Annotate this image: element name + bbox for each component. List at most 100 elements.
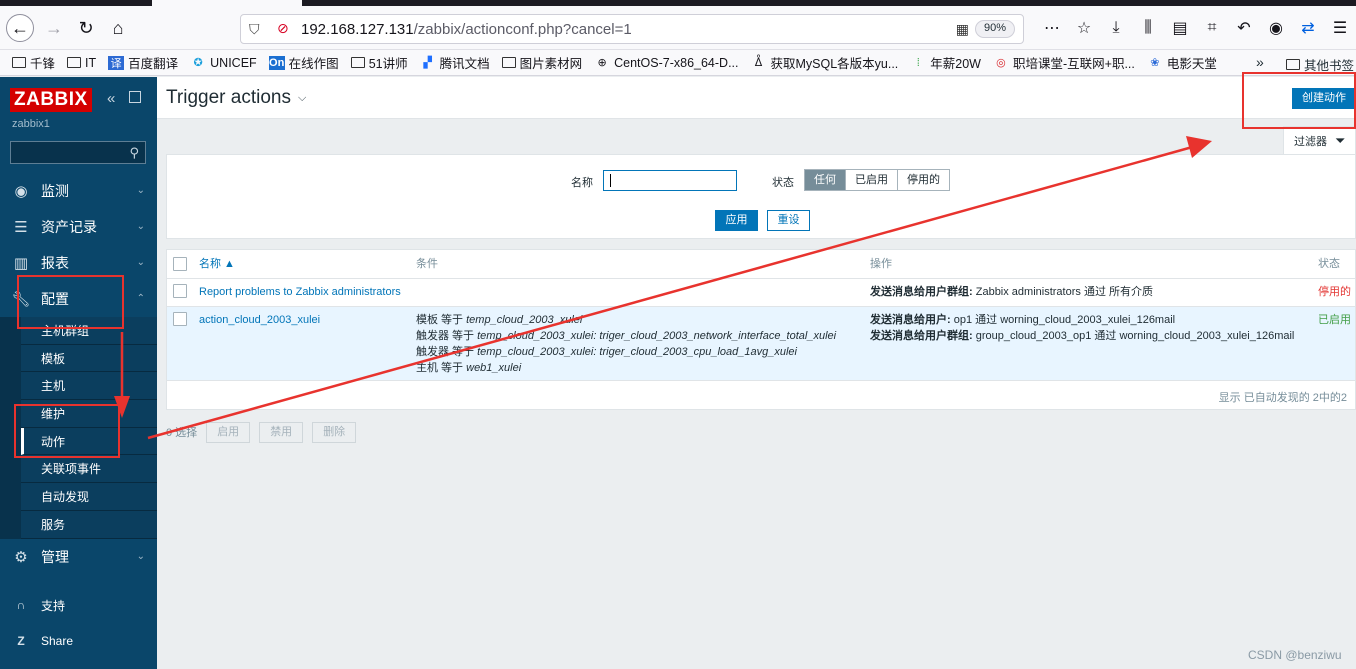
url-bar[interactable]: ⛉ ⊘ 192.168.127.131/zabbix/actionconf.ph…: [240, 14, 1024, 44]
filter-name-input[interactable]: [603, 170, 737, 191]
share-link[interactable]: Z Share: [0, 623, 157, 659]
server-hostname: zabbix1: [12, 118, 50, 130]
bookmark-12[interactable]: ◎ 职培课堂-互联网+职...: [993, 53, 1135, 72]
star-icon[interactable]: ☆: [1068, 18, 1100, 38]
row-checkbox[interactable]: [173, 284, 187, 298]
select-all-checkbox[interactable]: [173, 257, 187, 271]
submenu-event-correlation[interactable]: 关联项事件: [21, 455, 157, 484]
status-segmented-control: 任何 已启用 停用的: [804, 169, 950, 191]
home-button[interactable]: ⌂: [104, 14, 132, 42]
filter-tab[interactable]: 过滤器 ⏷: [1283, 126, 1356, 154]
folder-icon: [12, 57, 26, 68]
action-name-link[interactable]: action_cloud_2003_xulei: [199, 312, 320, 328]
bookmark-9[interactable]: ⊕ CentOS-7-x86_64-D...: [594, 56, 739, 70]
bookmark-11[interactable]: ⁞ 年薪20W: [910, 53, 981, 72]
disable-selected-button[interactable]: 禁用: [259, 421, 304, 443]
annotation-box-config: [17, 275, 124, 329]
zabbix-logo[interactable]: ZABBIX: [10, 88, 92, 112]
sidebar-search-input[interactable]: ⚲: [10, 141, 146, 164]
url-host: 192.168.127.131: [301, 21, 414, 38]
qr-code-icon[interactable]: ▦: [956, 21, 969, 38]
bookmark-7[interactable]: ▞ 腾讯文档: [420, 53, 489, 72]
row-checkbox[interactable]: [173, 312, 187, 326]
kiosk-mode-icon[interactable]: [129, 91, 141, 103]
column-header-status: 状态: [1318, 258, 1340, 270]
operation-line: 发送消息给用户群组: group_cloud_2003_op1 通过 worni…: [870, 330, 1295, 342]
condition-line: 触发器 等于 temp_cloud_2003_xulei: triger_clo…: [416, 330, 837, 342]
divider: [167, 278, 1355, 279]
bookmark-13[interactable]: ❀ 电影天堂: [1147, 53, 1217, 72]
menu-inventory[interactable]: ☰ 资产记录 ⌄: [0, 209, 157, 245]
url-text[interactable]: 192.168.127.131/zabbix/actionconf.php?ca…: [301, 21, 632, 38]
submenu-hosts[interactable]: 主机: [21, 372, 157, 401]
gear-icon: ⚙: [14, 548, 28, 566]
bookmarks-bar: 千锋 IT 译百度翻译 ✪ UNICEF On 在线作图 51讲师 ▞ 腾讯文档 图片…: [0, 50, 1356, 76]
undo-icon[interactable]: ↶: [1228, 18, 1260, 38]
delete-selected-button[interactable]: 删除: [312, 421, 357, 443]
status-option-disabled[interactable]: 停用的: [898, 170, 949, 190]
forward-button[interactable]: →: [40, 14, 68, 42]
reload-icon: ↻: [78, 17, 94, 38]
folder-icon: [350, 57, 365, 68]
reload-button[interactable]: ↻: [72, 14, 100, 42]
status-option-any[interactable]: 任何: [805, 170, 846, 190]
reset-button[interactable]: 重设: [767, 210, 810, 231]
actions-table: 名称 ▲ 条件 操作 状态 Report problems to Zabbix …: [166, 249, 1356, 410]
bookmark-1[interactable]: 千锋: [12, 53, 55, 72]
back-button[interactable]: ←: [6, 14, 34, 42]
zoom-level-badge[interactable]: 90%: [974, 20, 1015, 38]
submenu-templates[interactable]: 模板: [21, 344, 157, 373]
chevron-up-icon: ⌃: [136, 293, 145, 304]
filter-name-label: 名称: [571, 177, 593, 189]
bookmark-5[interactable]: On 在线作图: [268, 53, 339, 72]
bar-chart-icon: ▥: [13, 255, 29, 272]
apply-button[interactable]: 应用: [715, 210, 758, 231]
crop-icon[interactable]: ⌗: [1196, 19, 1228, 37]
translate-icon: 译: [108, 55, 125, 70]
download-icon[interactable]: ⤓: [1100, 19, 1132, 37]
column-header-name[interactable]: 名称 ▲: [199, 250, 235, 278]
page-header: Trigger actions ⌵ 创建动作: [157, 77, 1356, 119]
insecure-lock-icon[interactable]: ⊘: [277, 20, 289, 37]
bookmark-6[interactable]: 51讲师: [350, 53, 408, 72]
condition-line: 模板 等于 temp_cloud_2003_xulei: [416, 314, 583, 326]
status-toggle-disabled[interactable]: 停用的: [1318, 284, 1351, 300]
collapse-sidebar-icon[interactable]: «: [107, 90, 115, 107]
search-icon[interactable]: ⚲: [129, 145, 139, 161]
more-icon[interactable]: ⋯: [1036, 18, 1068, 38]
folder-icon: [501, 57, 516, 68]
bookmark-8[interactable]: 图片素材网: [501, 53, 582, 72]
support-link[interactable]: ∩ 支持: [0, 587, 157, 623]
sync-icon[interactable]: ⇄: [1292, 18, 1324, 38]
status-option-enabled[interactable]: 已启用: [846, 170, 898, 190]
menu-monitoring[interactable]: ◉ 监测 ⌄: [0, 173, 157, 209]
enable-selected-button[interactable]: 启用: [206, 421, 251, 443]
menu-administration[interactable]: ⚙ 管理 ⌄: [0, 539, 157, 575]
submenu-services[interactable]: 服务: [21, 510, 157, 539]
status-toggle-enabled[interactable]: 已启用: [1318, 312, 1351, 328]
extension-icon[interactable]: ◉: [1260, 18, 1292, 38]
annotation-box-actions: [14, 404, 120, 458]
sidebar-toggle-icon[interactable]: ▤: [1164, 18, 1196, 38]
leaf-icon: ⁞: [916, 56, 920, 69]
bookmark-10[interactable]: ᐂ 获取MySQL各版本yu...: [750, 53, 899, 72]
bookmark-3[interactable]: 译百度翻译: [108, 53, 178, 72]
bookmark-4[interactable]: ✪ UNICEF: [190, 56, 257, 70]
action-name-link[interactable]: Report problems to Zabbix administrators: [199, 284, 401, 300]
bookmark-2[interactable]: IT: [67, 56, 96, 70]
chevron-down-icon: ⌵: [297, 91, 307, 104]
page-title[interactable]: Trigger actions ⌵: [166, 87, 306, 109]
menu-icon[interactable]: ☰: [1324, 18, 1356, 38]
submenu-discovery[interactable]: 自动发现: [21, 483, 157, 511]
column-header-conditions: 条件: [416, 258, 438, 270]
condition-line: 触发器 等于 temp_cloud_2003_xulei: triger_clo…: [416, 346, 797, 358]
bookmarks-overflow-icon[interactable]: »: [1256, 54, 1264, 70]
operation-line: 发送消息给用户群组: Zabbix administrators 通过 所有介质: [870, 286, 1153, 298]
library-icon[interactable]: ⫼: [1132, 19, 1164, 37]
list-icon: ☰: [14, 219, 28, 236]
user-icon: ᐂ: [754, 57, 763, 69]
shield-icon[interactable]: ⛉: [249, 21, 260, 38]
tencent-docs-icon: ▞: [423, 57, 432, 69]
share-icon: Z: [17, 634, 25, 648]
sidebar: ZABBIX « zabbix1 ⚲ ◉ 监测 ⌄ ☰ 资产记录 ⌄ ▥ 报表 …: [0, 77, 157, 669]
